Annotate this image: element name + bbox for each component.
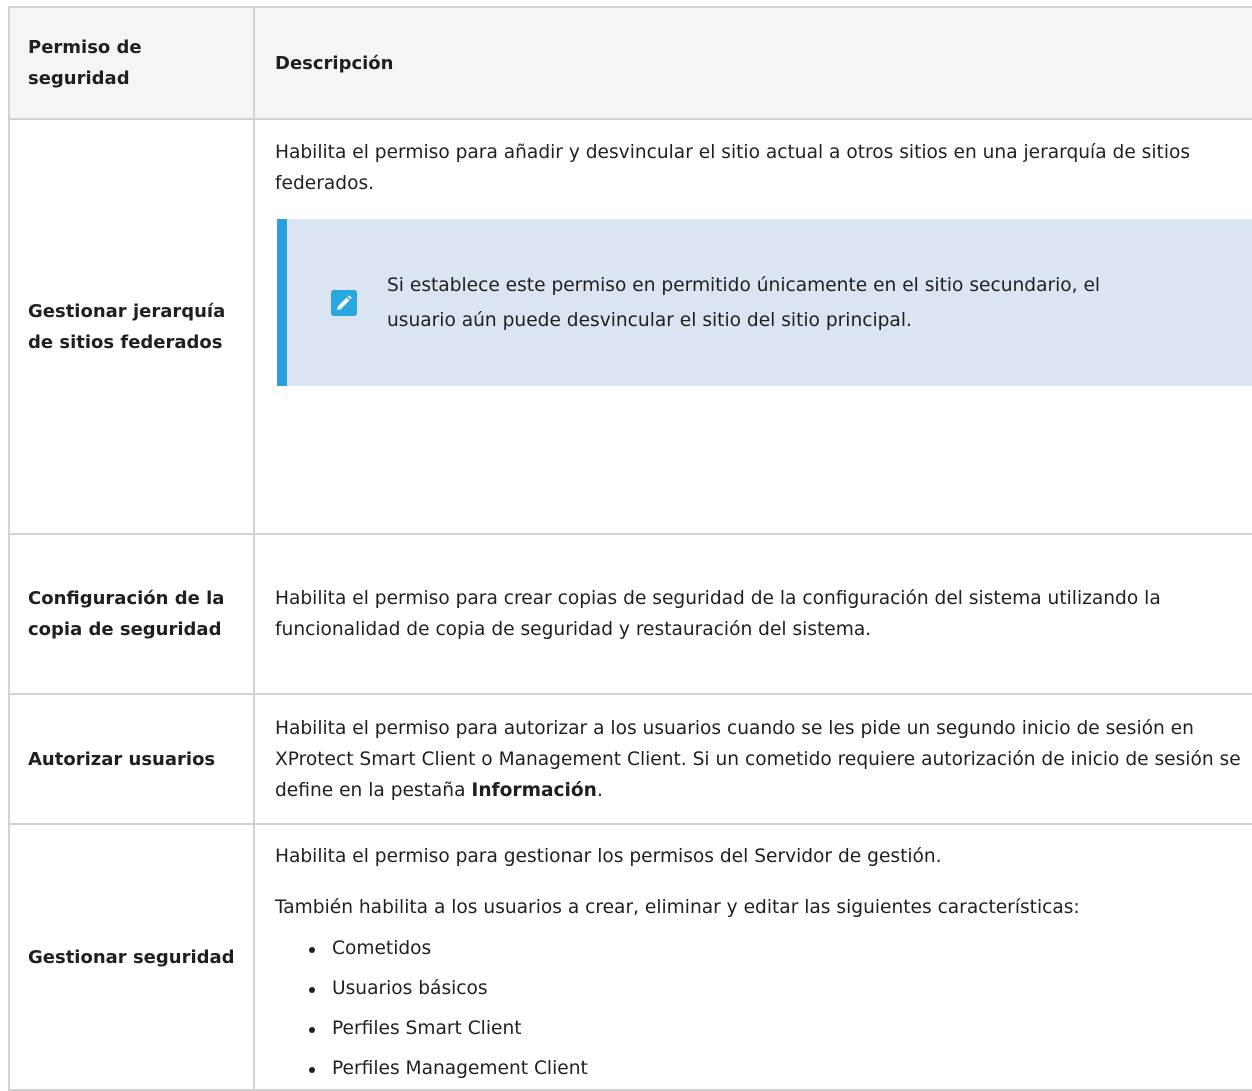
note-text: Si establece este permiso en permitido ú…: [387, 274, 1101, 331]
note-callout: Si establece este permiso en permitido ú…: [277, 219, 1252, 386]
table-row: Gestionar seguridad Habilita el permiso …: [8, 823, 1252, 1091]
table-row: Autorizar usuarios Habilita el permiso p…: [8, 693, 1252, 825]
permission-name: Configuración de la copia de seguridad: [8, 533, 255, 695]
list-item: Perfiles Management Client: [305, 1049, 1252, 1089]
list-item: Usuarios básicos: [305, 969, 1252, 1009]
pencil-note-icon: [331, 289, 357, 316]
description-text-end: .: [596, 779, 603, 801]
permission-description: Habilita el permiso para gestionar los p…: [275, 846, 942, 867]
table-row: Configuración de la copia de seguridad H…: [8, 533, 1252, 695]
permission-description: Habilita el permiso para añadir y desvin…: [275, 142, 1191, 194]
description-text: Habilita el permiso para autorizar a los…: [275, 717, 1241, 801]
permission-description: Habilita el permiso para crear copias de…: [275, 588, 1161, 640]
permission-description-2: También habilita a los usuarios a crear,…: [275, 897, 1080, 918]
permission-description-cell: Habilita el permiso para autorizar a los…: [253, 693, 1252, 825]
permission-name: Gestionar jerarquía de sitios federados: [8, 118, 255, 535]
list-item: Perfiles Smart Client: [305, 1009, 1252, 1049]
permission-description: Habilita el permiso para autorizar a los…: [275, 713, 1252, 806]
table-row: Gestionar jerarquía de sitios federados …: [8, 118, 1252, 535]
permission-description-cell: Habilita el permiso para gestionar los p…: [253, 823, 1252, 1091]
permission-description-cell: Habilita el permiso para crear copias de…: [253, 533, 1252, 695]
security-permissions-table: Permiso de seguridad Descripción Gestion…: [8, 6, 1252, 1091]
table-header-row: Permiso de seguridad Descripción: [8, 6, 1252, 120]
permission-name: Autorizar usuarios: [8, 693, 255, 825]
list-item: Cometidos: [305, 929, 1252, 969]
permission-name: Gestionar seguridad: [8, 823, 255, 1091]
permission-description-cell: Habilita el permiso para añadir y desvin…: [253, 118, 1252, 535]
header-description: Descripción: [253, 6, 1252, 120]
header-permission: Permiso de seguridad: [8, 6, 255, 120]
feature-list: Cometidos Usuarios básicos Perfiles Smar…: [275, 929, 1252, 1089]
tab-name-information: Información: [471, 779, 597, 801]
